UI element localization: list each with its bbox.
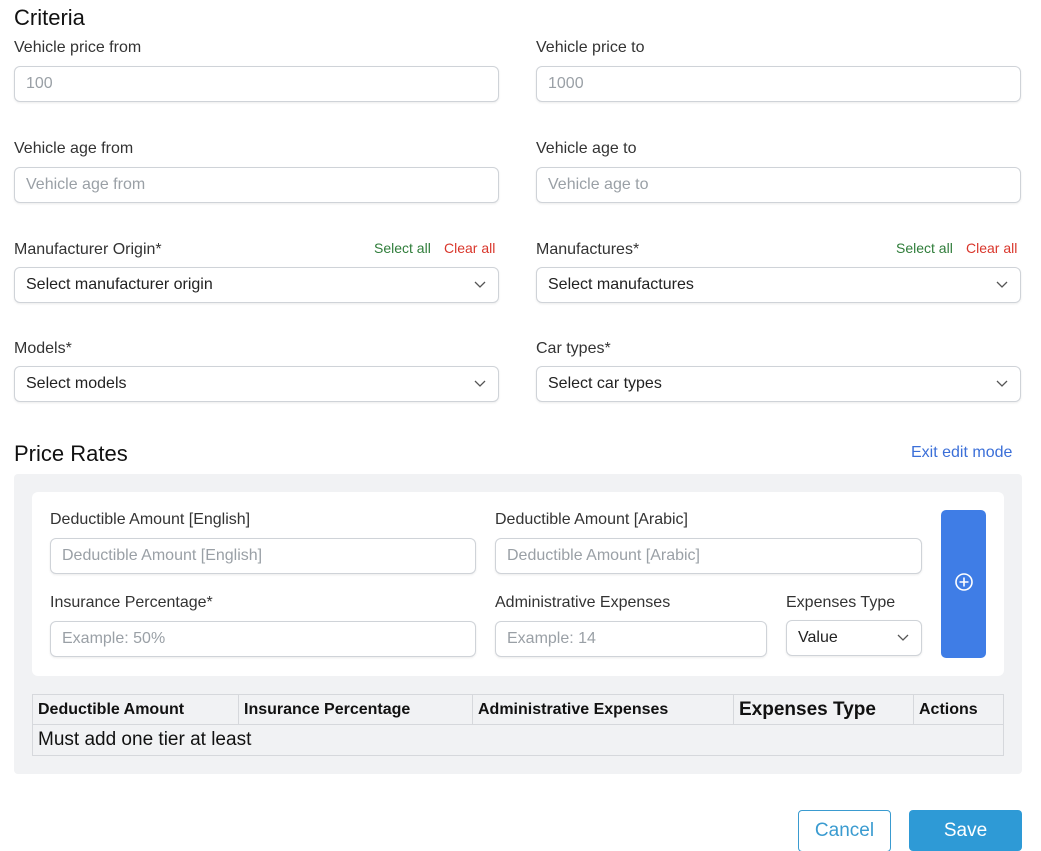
insurance-percentage-input[interactable] xyxy=(50,621,476,657)
manufacturer-origin-clear-all[interactable]: Clear all xyxy=(444,240,495,256)
vehicle-price-to-label: Vehicle price to xyxy=(536,39,645,56)
models-value: Select models xyxy=(26,375,127,392)
price-rates-title: Price Rates xyxy=(14,441,128,466)
chevron-down-icon xyxy=(896,631,910,645)
chevron-down-icon xyxy=(995,278,1009,292)
car-types-select[interactable]: Select car types xyxy=(536,366,1021,402)
col-actions: Actions xyxy=(913,694,1004,725)
manufacturer-origin-value: Select manufacturer origin xyxy=(26,276,213,293)
manufacturer-origin-select[interactable]: Select manufacturer origin xyxy=(14,267,499,303)
col-insurance-percentage: Insurance Percentage xyxy=(238,694,473,725)
deductible-arabic-label: Deductible Amount [Arabic] xyxy=(495,511,688,528)
chevron-down-icon xyxy=(473,377,487,391)
vehicle-age-from-input[interactable] xyxy=(14,167,499,203)
administrative-expenses-input[interactable] xyxy=(495,621,767,657)
deductible-english-label: Deductible Amount [English] xyxy=(50,511,251,528)
col-administrative-expenses: Administrative Expenses xyxy=(472,694,734,725)
add-tier-button[interactable] xyxy=(941,510,986,658)
manufacturer-origin-select-all[interactable]: Select all xyxy=(374,240,431,256)
expenses-type-value: Value xyxy=(798,629,838,646)
vehicle-price-from-input[interactable] xyxy=(14,66,499,102)
deductible-english-input[interactable] xyxy=(50,538,476,574)
manufactures-select[interactable]: Select manufactures xyxy=(536,267,1021,303)
deductible-arabic-input[interactable] xyxy=(495,538,922,574)
car-types-value: Select car types xyxy=(548,375,662,392)
insurance-percentage-label: Insurance Percentage* xyxy=(50,594,213,611)
chevron-down-icon xyxy=(473,278,487,292)
vehicle-price-from-label: Vehicle price from xyxy=(14,39,142,56)
models-select[interactable]: Select models xyxy=(14,366,499,402)
vehicle-price-to-input[interactable] xyxy=(536,66,1021,102)
chevron-down-icon xyxy=(995,377,1009,391)
vehicle-age-to-label: Vehicle age to xyxy=(536,140,637,157)
save-button[interactable]: Save xyxy=(909,810,1022,851)
car-types-label: Car types* xyxy=(536,340,611,357)
manufacturer-origin-label: Manufacturer Origin* xyxy=(14,241,162,258)
plus-circle-icon xyxy=(954,572,974,597)
vehicle-age-from-label: Vehicle age from xyxy=(14,140,134,157)
col-expenses-type: Expenses Type xyxy=(733,694,914,725)
vehicle-age-to-input[interactable] xyxy=(536,167,1021,203)
empty-table-message: Must add one tier at least xyxy=(32,724,1004,756)
tiers-table: Deductible Amount Insurance Percentage A… xyxy=(32,694,1004,756)
administrative-expenses-label: Administrative Expenses xyxy=(495,594,671,611)
exit-edit-mode-link[interactable]: Exit edit mode xyxy=(911,444,1012,462)
models-label: Models* xyxy=(14,340,72,357)
expenses-type-select[interactable]: Value xyxy=(786,620,922,656)
cancel-button[interactable]: Cancel xyxy=(798,810,891,851)
manufactures-select-all[interactable]: Select all xyxy=(896,240,953,256)
manufactures-label: Manufactures* xyxy=(536,241,640,258)
table-row: Must add one tier at least xyxy=(32,724,1004,756)
col-deductible-amount: Deductible Amount xyxy=(32,694,239,725)
manufactures-clear-all[interactable]: Clear all xyxy=(966,240,1017,256)
manufactures-value: Select manufactures xyxy=(548,276,694,293)
table-header-row: Deductible Amount Insurance Percentage A… xyxy=(32,694,1004,725)
criteria-title: Criteria xyxy=(14,5,85,30)
expenses-type-label: Expenses Type xyxy=(786,594,896,611)
